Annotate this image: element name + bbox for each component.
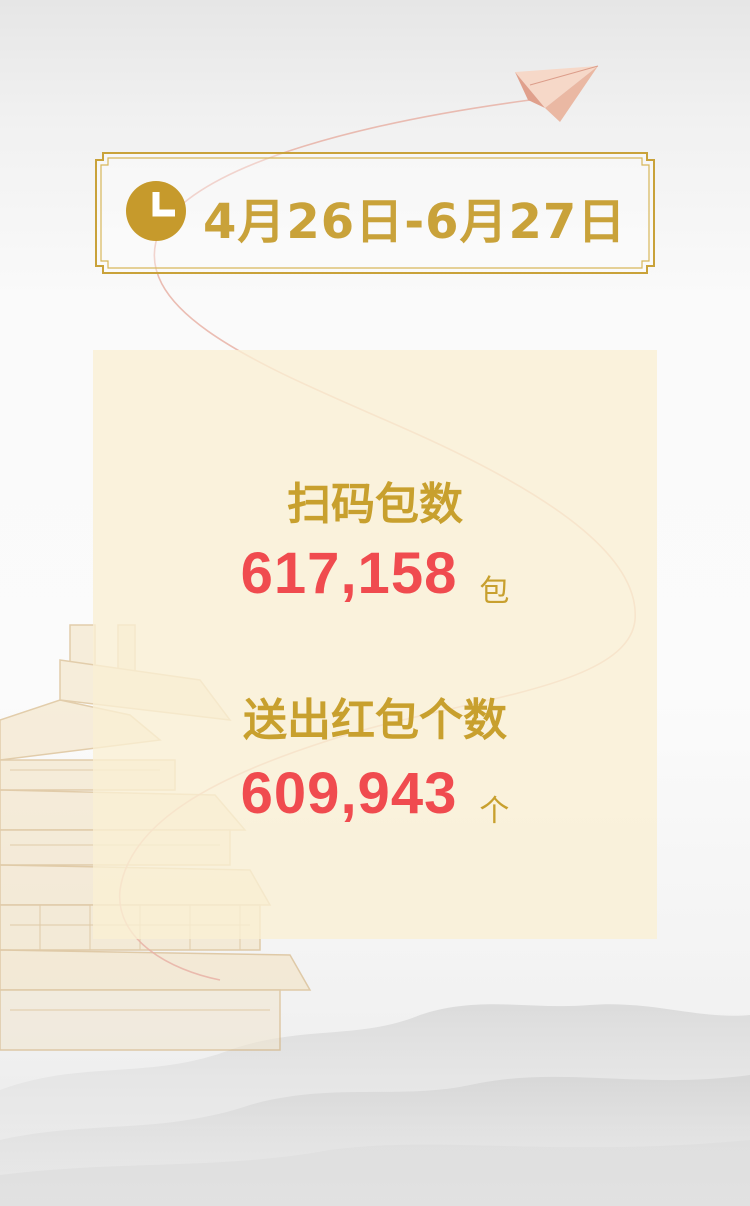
- paper-plane-icon: [515, 65, 599, 122]
- stats-panel: 扫码包数 617,158 包 送出红包个数 609,943 个: [93, 350, 657, 939]
- scan-count-value: 617,158: [240, 541, 458, 606]
- scan-count-row: 617,158 包: [93, 540, 657, 610]
- red-envelope-count-label: 送出红包个数: [243, 695, 507, 746]
- date-range-text: 4月26日-6月27日: [203, 194, 627, 250]
- red-envelope-count-value: 609,943: [240, 761, 458, 826]
- scan-count-unit: 包: [479, 574, 510, 609]
- red-envelope-count-row: 609,943 个: [93, 760, 657, 830]
- date-range-banner: 4月26日-6月27日: [95, 152, 655, 274]
- scan-count-label: 扫码包数: [287, 479, 463, 530]
- red-envelope-count-unit: 个: [479, 794, 510, 829]
- clock-icon: [126, 181, 186, 241]
